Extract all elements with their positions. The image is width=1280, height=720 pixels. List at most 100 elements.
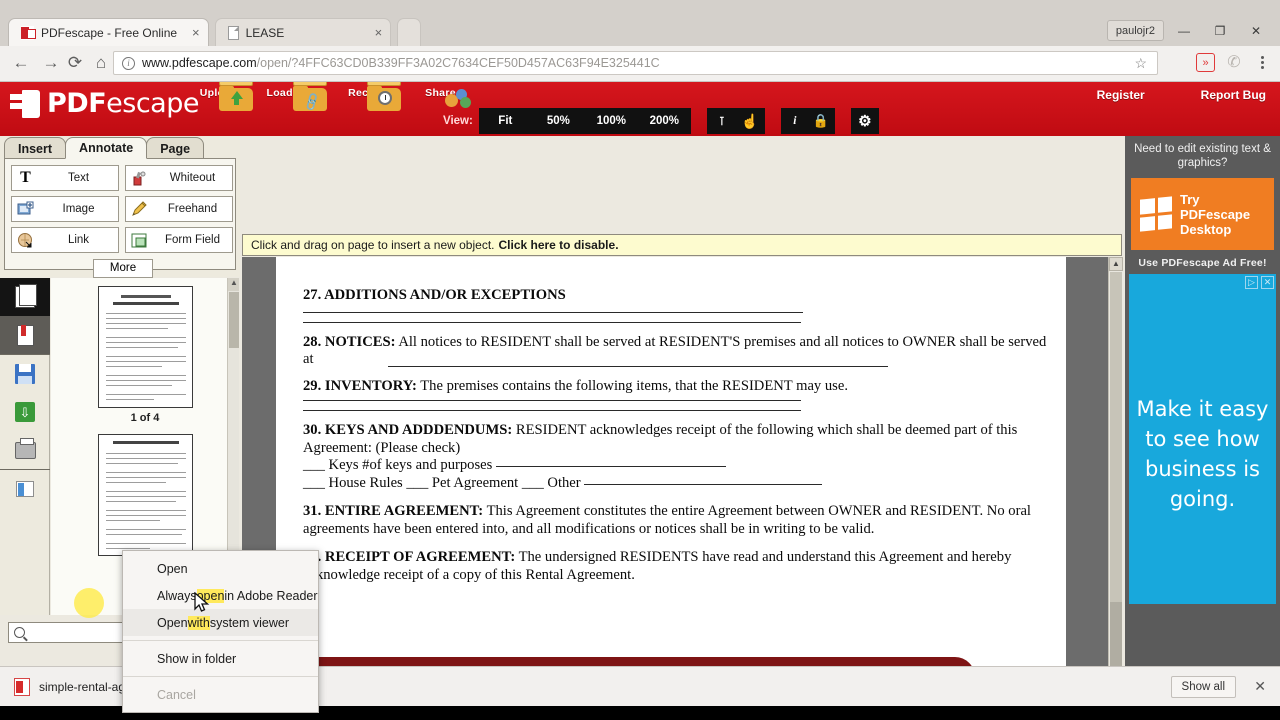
pages-panel-button[interactable] bbox=[0, 278, 50, 316]
upload-button[interactable]: Upload bbox=[190, 86, 247, 99]
ad-close-icon[interactable]: ✕ bbox=[1261, 276, 1274, 289]
tool-panel: Insert Annotate Page T Text Whiteout bbox=[0, 136, 240, 277]
link-tool-label: Link bbox=[39, 234, 118, 246]
zoom-100-button[interactable]: 100% bbox=[585, 108, 638, 134]
hand-tool-icon[interactable]: ☝ bbox=[739, 108, 761, 134]
link-tool-button[interactable]: Link bbox=[11, 227, 119, 253]
zoom-fit-button[interactable]: Fit bbox=[479, 108, 532, 134]
print-icon bbox=[15, 442, 36, 459]
show-all-downloads-button[interactable]: Show all bbox=[1171, 676, 1236, 698]
save-button[interactable] bbox=[0, 355, 50, 393]
load-url-button[interactable]: 🔗 Load URL bbox=[264, 86, 321, 99]
try-desktop-promo[interactable]: Try PDFescape Desktop bbox=[1131, 178, 1274, 250]
ad-free-link[interactable]: Use PDFescape Ad Free! bbox=[1125, 250, 1280, 274]
image-tool-button[interactable]: Image bbox=[11, 196, 119, 222]
tab-annotate[interactable]: Annotate bbox=[65, 137, 147, 159]
extension-icon[interactable]: » bbox=[1196, 53, 1215, 72]
tab-page[interactable]: Page bbox=[146, 137, 204, 159]
zoom-200-button[interactable]: 200% bbox=[638, 108, 691, 134]
home-button[interactable]: ⌂ bbox=[88, 50, 114, 76]
bookmark-panel-button[interactable] bbox=[0, 316, 50, 354]
browser-menu-icon[interactable] bbox=[1252, 52, 1272, 73]
scrollbar-thumb[interactable] bbox=[229, 292, 239, 348]
report-bug-link[interactable]: Report Bug bbox=[1201, 88, 1266, 102]
context-menu-always-open-adobe[interactable]: Always open in Adobe Reader bbox=[123, 582, 318, 609]
forward-button[interactable]: → bbox=[38, 50, 64, 76]
doc-meta-group: i 🔒 bbox=[781, 108, 835, 134]
address-bar[interactable]: i www.pdfescape.com/open/?4FFC63CD0B339F… bbox=[113, 51, 1158, 75]
tab-pdfescape[interactable]: PDFescape - Free Online PD × bbox=[8, 18, 209, 46]
context-menu-open[interactable]: Open bbox=[123, 555, 318, 582]
print-button[interactable] bbox=[0, 431, 50, 469]
freehand-tool-button[interactable]: Freehand bbox=[125, 196, 233, 222]
pdfescape-logo[interactable]: PDFescape bbox=[10, 90, 199, 118]
search-input[interactable] bbox=[8, 622, 128, 643]
url-domain: www.pdfescape.com bbox=[142, 56, 257, 70]
logo-mark-icon bbox=[10, 90, 40, 118]
thumbnail-page[interactable] bbox=[98, 286, 193, 408]
scroll-up-icon[interactable]: ▲ bbox=[1109, 257, 1123, 271]
zoom-group: Fit 50% 100% 200% bbox=[479, 108, 691, 134]
close-window-button[interactable]: ✕ bbox=[1238, 20, 1274, 41]
tab-strip: PDFescape - Free Online PD × LEASE × pau… bbox=[0, 0, 1280, 46]
url-path: /open/?4FFC63CD0B339FF3A02C7634CEF50D457… bbox=[257, 56, 660, 70]
profile-chip[interactable]: paulojr2 bbox=[1107, 20, 1164, 41]
bookmark-star-icon[interactable]: ☆ bbox=[1134, 55, 1147, 72]
back-button[interactable]: ← bbox=[8, 50, 34, 76]
context-menu-cancel: Cancel bbox=[123, 681, 318, 708]
promo-text: Try PDFescape Desktop bbox=[1180, 192, 1250, 237]
logo-text: PDFescape bbox=[47, 90, 199, 118]
scrollbar-track[interactable] bbox=[1110, 272, 1122, 602]
share-button[interactable]: Share bbox=[412, 86, 469, 99]
ad-banner[interactable]: ▷ ✕ Make it easy to see how business is … bbox=[1129, 274, 1276, 604]
form-field-tool-button[interactable]: Form Field bbox=[125, 227, 233, 253]
tab-insert[interactable]: Insert bbox=[4, 137, 66, 159]
scroll-up-icon[interactable]: ▲ bbox=[228, 278, 239, 291]
windows-logo-icon bbox=[1140, 196, 1172, 231]
pdf-text-body: 27. ADDITIONS AND/OR EXCEPTIONS 28. NOTI… bbox=[303, 287, 1048, 595]
close-downloads-bar-icon[interactable]: ✕ bbox=[1254, 678, 1266, 695]
pointer-tool-group: ⊺ ☝ bbox=[707, 108, 765, 134]
minimize-button[interactable]: — bbox=[1166, 20, 1202, 41]
notice-action-link[interactable]: Click here to disable. bbox=[498, 238, 618, 252]
viewer-scrollbar[interactable]: ▲ ▼ bbox=[1108, 257, 1122, 666]
header-tool-list: Upload 🔗 Load URL Recent bbox=[190, 86, 469, 99]
lock-icon[interactable]: 🔒 bbox=[811, 108, 831, 134]
recent-button[interactable]: Recent bbox=[338, 86, 395, 99]
more-tools-button[interactable]: More bbox=[93, 259, 153, 278]
bookmark-panel-icon bbox=[17, 325, 34, 346]
whiteout-tool-icon bbox=[130, 169, 149, 188]
text-cursor-icon[interactable]: ⊺ bbox=[711, 108, 733, 134]
register-link[interactable]: Register bbox=[1097, 88, 1145, 102]
close-icon[interactable]: × bbox=[375, 26, 383, 39]
header-links: Register Report Bug bbox=[1097, 88, 1266, 102]
zoom-50-button[interactable]: 50% bbox=[532, 108, 585, 134]
tool-button-box: T Text Whiteout Image bbox=[4, 158, 236, 270]
panel-toggle-button[interactable] bbox=[0, 470, 50, 508]
clause-30: 30. KEYS AND ADDDENDUMS: RESIDENT acknow… bbox=[303, 422, 1048, 492]
download-button[interactable]: ⇩ bbox=[0, 393, 50, 431]
whiteout-tool-label: Whiteout bbox=[153, 172, 232, 184]
close-icon[interactable]: × bbox=[192, 26, 200, 39]
whiteout-tool-button[interactable]: Whiteout bbox=[125, 165, 233, 191]
maximize-button[interactable]: ❐ bbox=[1202, 20, 1238, 41]
form-field-tool-icon bbox=[130, 231, 149, 250]
info-icon[interactable]: i bbox=[122, 57, 135, 70]
signature-selection-overlay[interactable]: RESIDENT'S Signature bbox=[295, 657, 975, 666]
gear-icon[interactable]: ⚙ bbox=[852, 108, 878, 134]
scrollbar-thumb[interactable] bbox=[1110, 602, 1122, 666]
info-icon[interactable]: i bbox=[785, 108, 805, 134]
ad-info-icon[interactable]: ▷ bbox=[1245, 276, 1258, 289]
context-menu-show-in-folder[interactable]: Show in folder bbox=[123, 645, 318, 672]
thumbnail-page[interactable] bbox=[98, 434, 193, 556]
new-tab-button[interactable] bbox=[397, 18, 421, 46]
tool-tab-list: Insert Annotate Page bbox=[4, 137, 203, 159]
tab-lease[interactable]: LEASE × bbox=[215, 18, 392, 46]
pdf-extension-icon[interactable]: ✆ bbox=[1224, 52, 1244, 73]
reload-button[interactable]: ⟳ bbox=[62, 50, 88, 76]
cursor-highlight bbox=[74, 588, 104, 618]
clause-32: 32. RECEIPT OF AGREEMENT: The undersigne… bbox=[303, 549, 1048, 584]
pdf-page[interactable]: 27. ADDITIONS AND/OR EXCEPTIONS 28. NOTI… bbox=[276, 257, 1066, 666]
context-menu-open-system-viewer[interactable]: Open with system viewer bbox=[123, 609, 318, 636]
text-tool-button[interactable]: T Text bbox=[11, 165, 119, 191]
